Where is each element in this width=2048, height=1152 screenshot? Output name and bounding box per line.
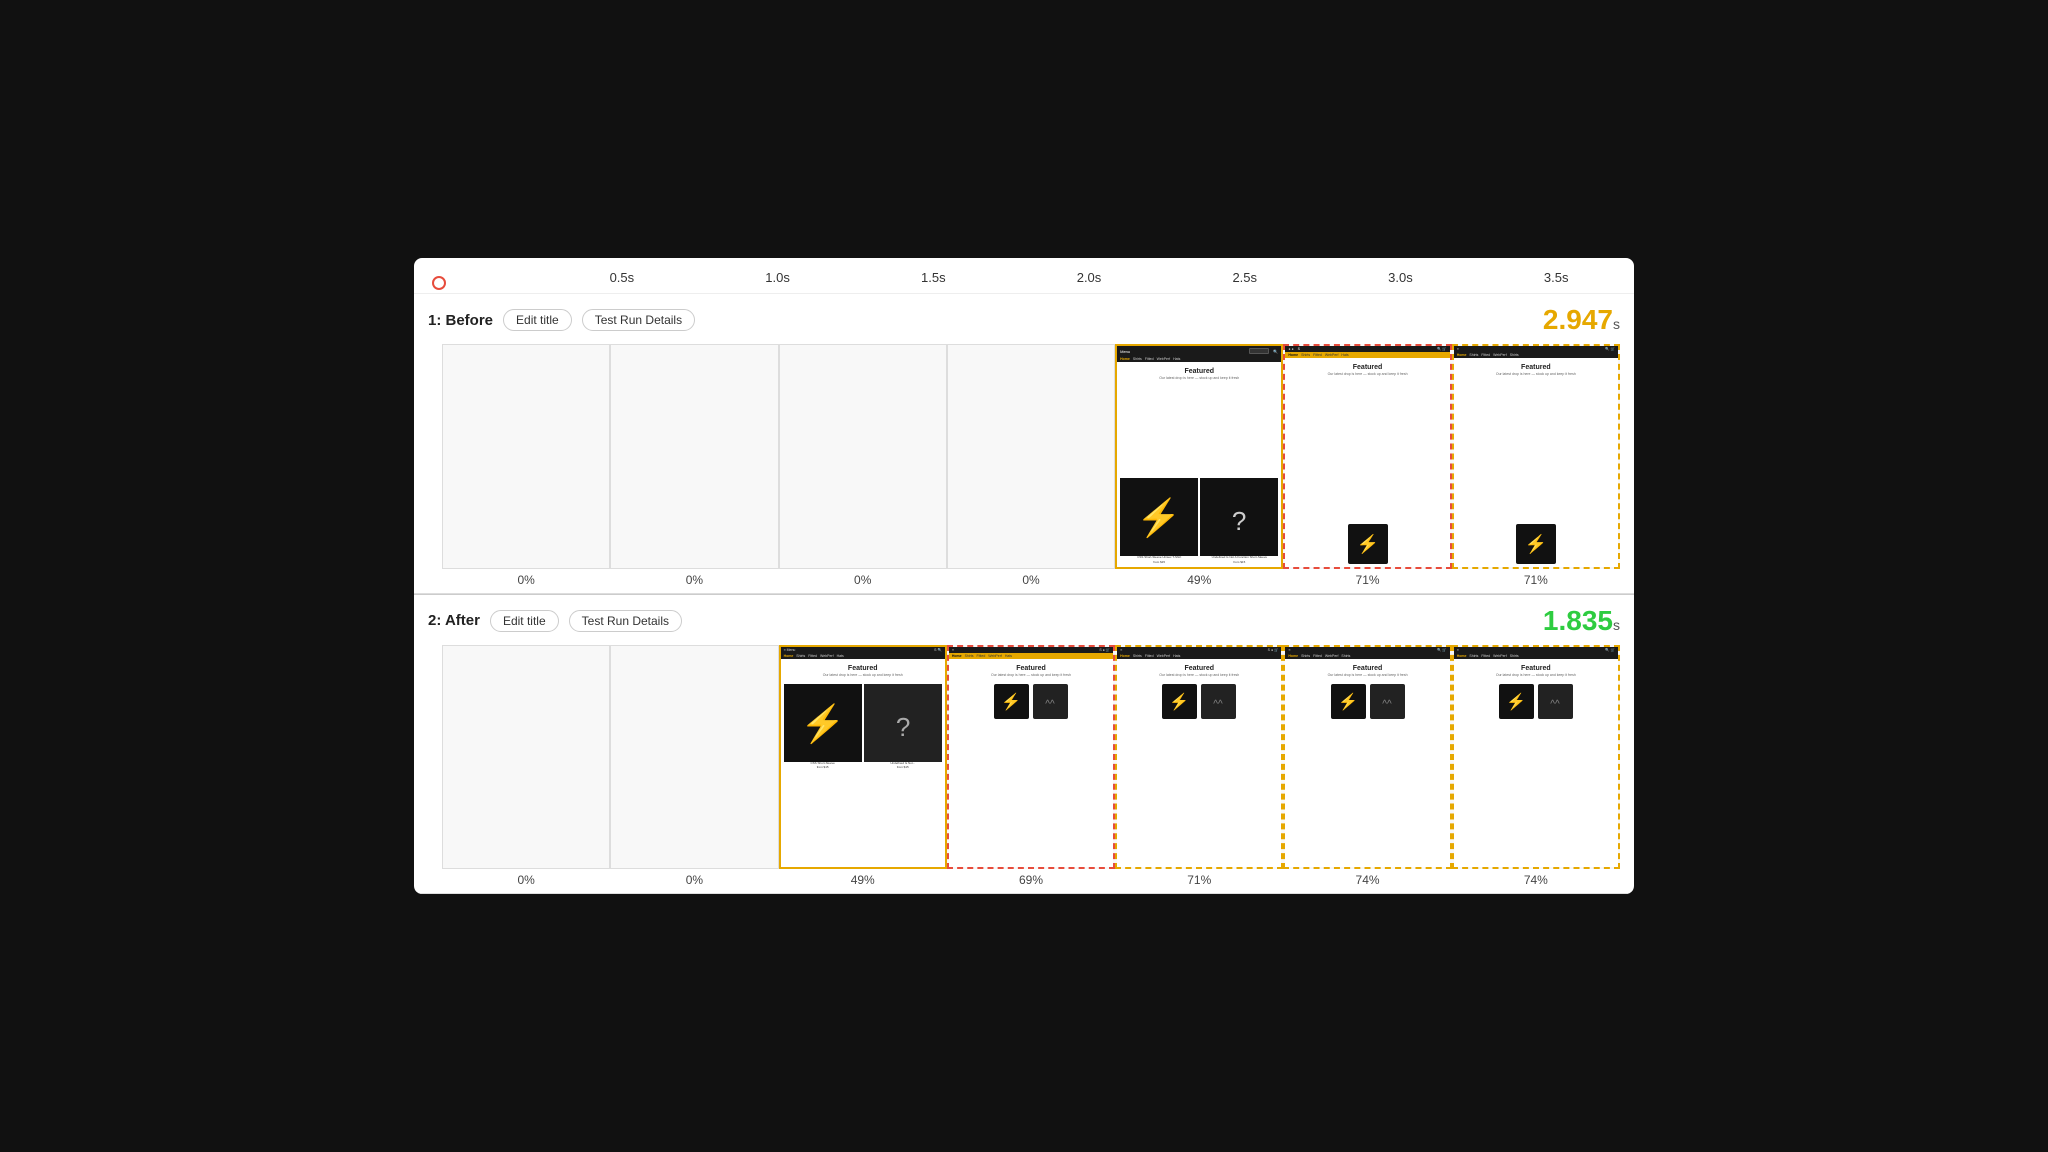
before-pct-4: 49% <box>1187 573 1211 587</box>
tick-1: 1.0s <box>700 270 856 285</box>
before-frame-0: 0% <box>442 344 610 586</box>
after-test-run-button[interactable]: Test Run Details <box>569 610 682 632</box>
after-frame-box-5: ≡ 🔍 🛒 Home Shirts Fitted WebPerf Shirts … <box>1283 645 1451 869</box>
svg-text:?: ? <box>896 712 910 742</box>
before-pct-5: 71% <box>1356 573 1380 587</box>
before-frame-box-5: ● ● S 🔍 🛒 Home Shirts Fitted WebPerf Hat… <box>1283 344 1451 568</box>
timeline-dot <box>432 276 446 290</box>
before-frame-5: ● ● S 🔍 🛒 Home Shirts Fitted WebPerf Hat… <box>1283 344 1451 586</box>
after-frame-box-0 <box>442 645 610 869</box>
svg-text:⚡: ⚡ <box>1506 692 1526 711</box>
after-pct-1: 0% <box>686 873 703 887</box>
svg-text:⚡: ⚡ <box>1001 692 1021 711</box>
after-section: 2: After Edit title Test Run Details 1.8… <box>414 595 1634 894</box>
tick-2: 1.5s <box>855 270 1011 285</box>
tick-3: 2.0s <box>1011 270 1167 285</box>
before-frame-box-2 <box>779 344 947 568</box>
tick-4: 2.5s <box>1167 270 1323 285</box>
after-frame-3: ≡ S ● 🛒 Home Shirts Fitted WebPerf Hats … <box>947 645 1115 887</box>
before-pct-0: 0% <box>517 573 534 587</box>
after-time: 1.835s <box>1543 605 1620 637</box>
before-frame-box-0 <box>442 344 610 568</box>
svg-text:^^: ^^ <box>1214 699 1224 710</box>
before-filmstrip: 0% 0% 0% 0% Menu <box>428 344 1620 586</box>
after-frame-box-4: ≡ S ● 🛒 Home Shirts Fitted WebPerf Hats … <box>1115 645 1283 869</box>
after-section-header: 2: After Edit title Test Run Details 1.8… <box>428 605 1620 637</box>
before-frame-3: 0% <box>947 344 1115 586</box>
before-frame-1: 0% <box>610 344 778 586</box>
after-frame-0: 0% <box>442 645 610 887</box>
tick-6: 3.5s <box>1478 270 1634 285</box>
before-frame-6: ≡ 🔍 🛒 Home Shirts Fitted WebPerf Shirts … <box>1452 344 1620 586</box>
after-pct-3: 69% <box>1019 873 1043 887</box>
after-frame-4: ≡ S ● 🛒 Home Shirts Fitted WebPerf Hats … <box>1115 645 1283 887</box>
before-pct-6: 71% <box>1524 573 1548 587</box>
svg-text:⚡: ⚡ <box>1356 533 1378 555</box>
svg-text:⚡: ⚡ <box>1169 692 1189 711</box>
after-frame-6: ≡ 🔍 🛒 Home Shirts Fitted WebPerf Shirts … <box>1452 645 1620 887</box>
svg-text:^^: ^^ <box>1550 699 1560 710</box>
after-frame-box-2: ≡ Menu S 🔍 Home Shirts Fitted WebPerf Ha… <box>779 645 947 869</box>
after-pct-2: 49% <box>851 873 875 887</box>
after-title: 2: After <box>428 612 480 629</box>
svg-text:⚡: ⚡ <box>1137 496 1182 540</box>
after-frame-box-1 <box>610 645 778 869</box>
svg-text:?: ? <box>1232 506 1246 536</box>
after-edit-title-button[interactable]: Edit title <box>490 610 559 632</box>
before-frame-4: Menu 🔍 Home Shirts Fitted WebPerf Hats <box>1115 344 1283 586</box>
before-pct-3: 0% <box>1022 573 1039 587</box>
svg-text:^^: ^^ <box>1382 699 1392 710</box>
after-frame-5: ≡ 🔍 🛒 Home Shirts Fitted WebPerf Shirts … <box>1283 645 1451 887</box>
svg-text:^^: ^^ <box>1045 699 1055 710</box>
tick-5: 3.0s <box>1323 270 1479 285</box>
before-time: 2.947s <box>1543 304 1620 336</box>
after-pct-4: 71% <box>1187 873 1211 887</box>
before-frame-box-3 <box>947 344 1115 568</box>
before-pct-2: 0% <box>854 573 871 587</box>
before-frame-box-6: ≡ 🔍 🛒 Home Shirts Fitted WebPerf Shirts … <box>1452 344 1620 568</box>
after-pct-6: 74% <box>1524 873 1548 887</box>
svg-text:⚡: ⚡ <box>800 702 845 746</box>
before-pct-1: 0% <box>686 573 703 587</box>
before-section-header: 1: Before Edit title Test Run Details 2.… <box>428 304 1620 336</box>
after-pct-5: 74% <box>1356 873 1380 887</box>
before-test-run-button[interactable]: Test Run Details <box>582 309 695 331</box>
before-section: 1: Before Edit title Test Run Details 2.… <box>414 294 1634 593</box>
before-frame-box-4: Menu 🔍 Home Shirts Fitted WebPerf Hats <box>1115 344 1283 568</box>
before-title: 1: Before <box>428 312 493 329</box>
tick-0: 0.5s <box>544 270 700 285</box>
before-frame-box-1 <box>610 344 778 568</box>
svg-text:⚡: ⚡ <box>1338 692 1358 711</box>
before-frame-2: 0% <box>779 344 947 586</box>
after-filmstrip: 0% 0% ≡ Menu S 🔍 Home Shi <box>428 645 1620 887</box>
after-frame-1: 0% <box>610 645 778 887</box>
timeline-header: 0.5s 1.0s 1.5s 2.0s 2.5s 3.0s 3.5s <box>414 258 1634 294</box>
svg-text:⚡: ⚡ <box>1525 533 1547 555</box>
after-pct-0: 0% <box>517 873 534 887</box>
after-frame-box-3: ≡ S ● 🛒 Home Shirts Fitted WebPerf Hats … <box>947 645 1115 869</box>
after-frame-2: ≡ Menu S 🔍 Home Shirts Fitted WebPerf Ha… <box>779 645 947 887</box>
after-frame-box-6: ≡ 🔍 🛒 Home Shirts Fitted WebPerf Shirts … <box>1452 645 1620 869</box>
before-edit-title-button[interactable]: Edit title <box>503 309 572 331</box>
main-container: 0.5s 1.0s 1.5s 2.0s 2.5s 3.0s 3.5s 1: Be… <box>414 258 1634 894</box>
